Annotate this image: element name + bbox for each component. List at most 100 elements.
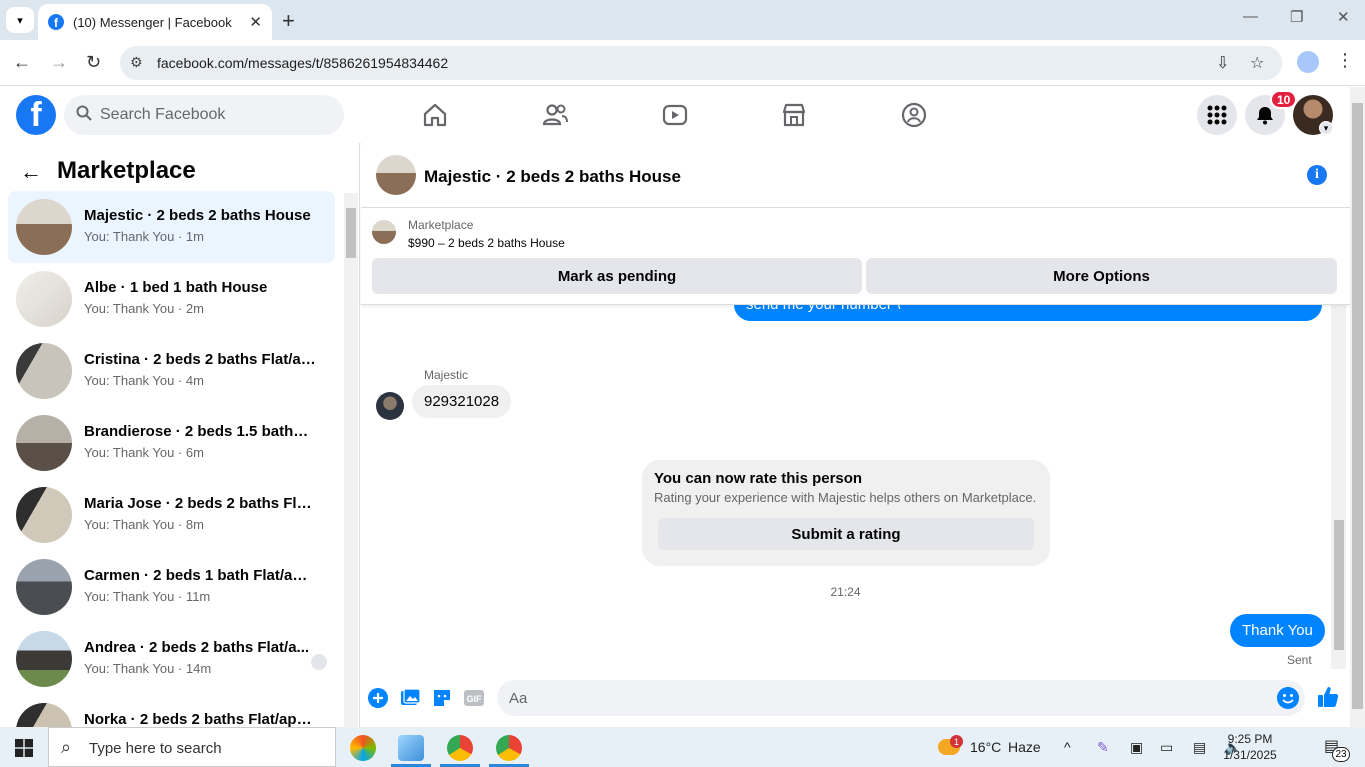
taskbar-search-text: Type here to search bbox=[89, 740, 222, 757]
conversation-preview: You: Thank You · 4m bbox=[84, 373, 204, 388]
show-hidden-icons-chevron-up-icon[interactable]: ^ bbox=[1064, 739, 1071, 755]
conversation-list-panel: ← Marketplace Majestic · 2 beds 2 baths … bbox=[0, 143, 360, 727]
gif-icon[interactable]: GIF bbox=[463, 687, 485, 709]
bookmark-star-icon[interactable]: ☆ bbox=[1250, 53, 1264, 73]
conversation-item-norka[interactable]: Norka · 2 beds 2 baths Flat/apar... bbox=[8, 695, 335, 727]
taskbar-search-box[interactable]: ⌕ Type here to search bbox=[48, 727, 336, 767]
meet-now-icon[interactable]: ▣ bbox=[1130, 739, 1143, 756]
chrome-app-icon[interactable] bbox=[447, 735, 473, 761]
conversation-item-albe[interactable]: Albe · 1 bed 1 bath House You: Thank You… bbox=[8, 263, 335, 335]
sent-status: Sent bbox=[1287, 653, 1312, 667]
notification-count-badge: 23 bbox=[1332, 747, 1350, 762]
new-tab-icon[interactable]: + bbox=[282, 8, 295, 34]
video-icon[interactable] bbox=[661, 101, 689, 129]
close-tab-icon[interactable]: ✕ bbox=[249, 13, 262, 31]
conversation-item-majestic[interactable]: Majestic · 2 beds 2 baths House You: Tha… bbox=[8, 191, 335, 263]
back-arrow-icon[interactable]: ← bbox=[20, 159, 42, 185]
incoming-message-bubble[interactable]: 929321028 bbox=[412, 385, 512, 418]
listing-thumbnail bbox=[16, 487, 72, 543]
conversation-list-scrollbar[interactable] bbox=[344, 193, 358, 727]
listing-thumbnail bbox=[16, 703, 72, 727]
tab-search-dropdown[interactable]: ▾ bbox=[6, 7, 34, 33]
groups-icon[interactable] bbox=[900, 101, 928, 129]
listing-price[interactable]: $990 – 2 beds 2 baths House bbox=[408, 236, 565, 250]
account-chevron-down-icon[interactable]: ▾ bbox=[1319, 121, 1333, 135]
battery-icon[interactable]: ▭ bbox=[1160, 739, 1173, 756]
marketplace-icon[interactable] bbox=[780, 101, 808, 129]
message-composer: GIF bbox=[361, 669, 1350, 727]
listing-thumbnail bbox=[16, 631, 72, 687]
photo-icon[interactable] bbox=[399, 687, 421, 709]
tab-title: (10) Messenger | Facebook bbox=[73, 14, 232, 30]
conversation-item-maria-jose[interactable]: Maria Jose · 2 beds 2 baths Flat/... You… bbox=[8, 479, 335, 551]
windows-start-icon[interactable] bbox=[15, 739, 33, 757]
chat-listing-avatar[interactable] bbox=[376, 155, 416, 195]
minimize-window-icon[interactable]: — bbox=[1243, 8, 1258, 25]
listing-thumbnail[interactable] bbox=[372, 220, 396, 244]
message-input-box[interactable] bbox=[497, 680, 1305, 716]
message-timestamp: 21:24 bbox=[830, 585, 861, 599]
restore-window-icon[interactable]: ❐ bbox=[1290, 8, 1303, 26]
browser-tab-messenger[interactable]: f (10) Messenger | Facebook ✕ bbox=[38, 4, 272, 40]
weather-temperature[interactable]: 16°C bbox=[970, 739, 1001, 755]
back-icon[interactable]: ← bbox=[13, 52, 31, 73]
conversation-item-carmen[interactable]: Carmen · 2 beds 1 bath Flat/apa... You: … bbox=[8, 551, 335, 623]
page-scrollbar[interactable] bbox=[1350, 87, 1365, 727]
message-input[interactable] bbox=[509, 680, 1249, 716]
conversation-name: Carmen · 2 beds 1 bath Flat/apa... bbox=[84, 567, 316, 584]
weather-condition[interactable]: Haze bbox=[1008, 739, 1041, 755]
scrollbar-thumb[interactable] bbox=[1352, 103, 1363, 709]
chrome-profile-app-icon[interactable] bbox=[496, 735, 522, 761]
outgoing-message-bubble[interactable]: send me your number \ bbox=[734, 305, 1322, 321]
pen-icon[interactable]: ✎ bbox=[1097, 739, 1109, 756]
file-explorer-app-icon[interactable] bbox=[398, 735, 424, 761]
thumbs-up-icon[interactable] bbox=[1316, 685, 1340, 709]
conversation-preview: You: Thank You · 11m bbox=[84, 589, 211, 604]
forward-icon[interactable]: → bbox=[50, 52, 68, 73]
info-icon[interactable]: i bbox=[1307, 165, 1327, 185]
copilot-app-icon[interactable] bbox=[350, 735, 376, 761]
conversation-item-andrea[interactable]: Andrea · 2 beds 2 baths Flat/a... You: T… bbox=[8, 623, 335, 695]
search-icon bbox=[76, 105, 92, 121]
submit-rating-button[interactable]: Submit a rating bbox=[658, 518, 1034, 550]
scrollbar-thumb[interactable] bbox=[1334, 520, 1344, 650]
facebook-logo-icon[interactable]: f bbox=[16, 95, 56, 135]
facebook-search-box[interactable] bbox=[64, 95, 344, 135]
install-app-icon[interactable]: ⇩ bbox=[1216, 53, 1229, 73]
message-thread-scrollbar[interactable] bbox=[1331, 305, 1346, 669]
conversation-item-cristina[interactable]: Cristina · 2 beds 2 baths Flat/ap... You… bbox=[8, 335, 335, 407]
listing-thumbnail bbox=[16, 343, 72, 399]
rating-description: Rating your experience with Majestic hel… bbox=[654, 490, 1037, 505]
menu-grid-button[interactable] bbox=[1197, 95, 1237, 135]
plus-circle-icon[interactable] bbox=[367, 687, 389, 709]
sender-avatar[interactable] bbox=[376, 392, 404, 420]
search-icon: ⌕ bbox=[61, 737, 72, 757]
conversation-item-brandierose[interactable]: Brandierose · 2 beds 1.5 baths H... You:… bbox=[8, 407, 335, 479]
address-bar[interactable]: ⚙ facebook.com/messages/t/85862619548344… bbox=[120, 46, 1282, 80]
listing-banner: Marketplace $990 – 2 beds 2 baths House … bbox=[361, 208, 1350, 305]
emoji-icon[interactable] bbox=[1277, 687, 1299, 709]
chat-panel: Majestic · 2 beds 2 baths House i Market… bbox=[361, 143, 1350, 727]
sticker-icon[interactable] bbox=[431, 687, 453, 709]
reload-icon[interactable]: ↻ bbox=[86, 52, 101, 73]
chat-title[interactable]: Majestic · 2 beds 2 baths House bbox=[424, 167, 681, 187]
taskbar-clock[interactable]: 9:25 PM 1/31/2025 bbox=[1200, 731, 1300, 763]
grid-icon bbox=[1207, 105, 1227, 125]
site-info-icon[interactable]: ⚙ bbox=[130, 54, 143, 71]
conversation-name: Andrea · 2 beds 2 baths Flat/a... bbox=[84, 639, 310, 656]
more-options-button[interactable]: More Options bbox=[866, 258, 1337, 294]
home-icon[interactable] bbox=[421, 101, 449, 129]
browser-profile-icon[interactable] bbox=[1297, 51, 1319, 73]
outgoing-message-bubble[interactable]: Thank You bbox=[1230, 614, 1325, 647]
close-window-icon[interactable]: ✕ bbox=[1337, 8, 1350, 26]
search-input[interactable] bbox=[100, 95, 330, 135]
rating-prompt-card: You can now rate this person Rating your… bbox=[642, 460, 1050, 566]
scrollbar-thumb[interactable] bbox=[346, 208, 356, 258]
conversation-name: Albe · 1 bed 1 bath House bbox=[84, 279, 268, 296]
friends-icon[interactable] bbox=[541, 101, 569, 129]
mark-as-pending-button[interactable]: Mark as pending bbox=[372, 258, 862, 294]
listing-thumbnail bbox=[16, 415, 72, 471]
browser-menu-icon[interactable]: ⋮ bbox=[1336, 50, 1354, 71]
chat-header: Majestic · 2 beds 2 baths House i bbox=[361, 143, 1350, 208]
conversation-name: Majestic · 2 beds 2 baths House bbox=[84, 207, 311, 224]
